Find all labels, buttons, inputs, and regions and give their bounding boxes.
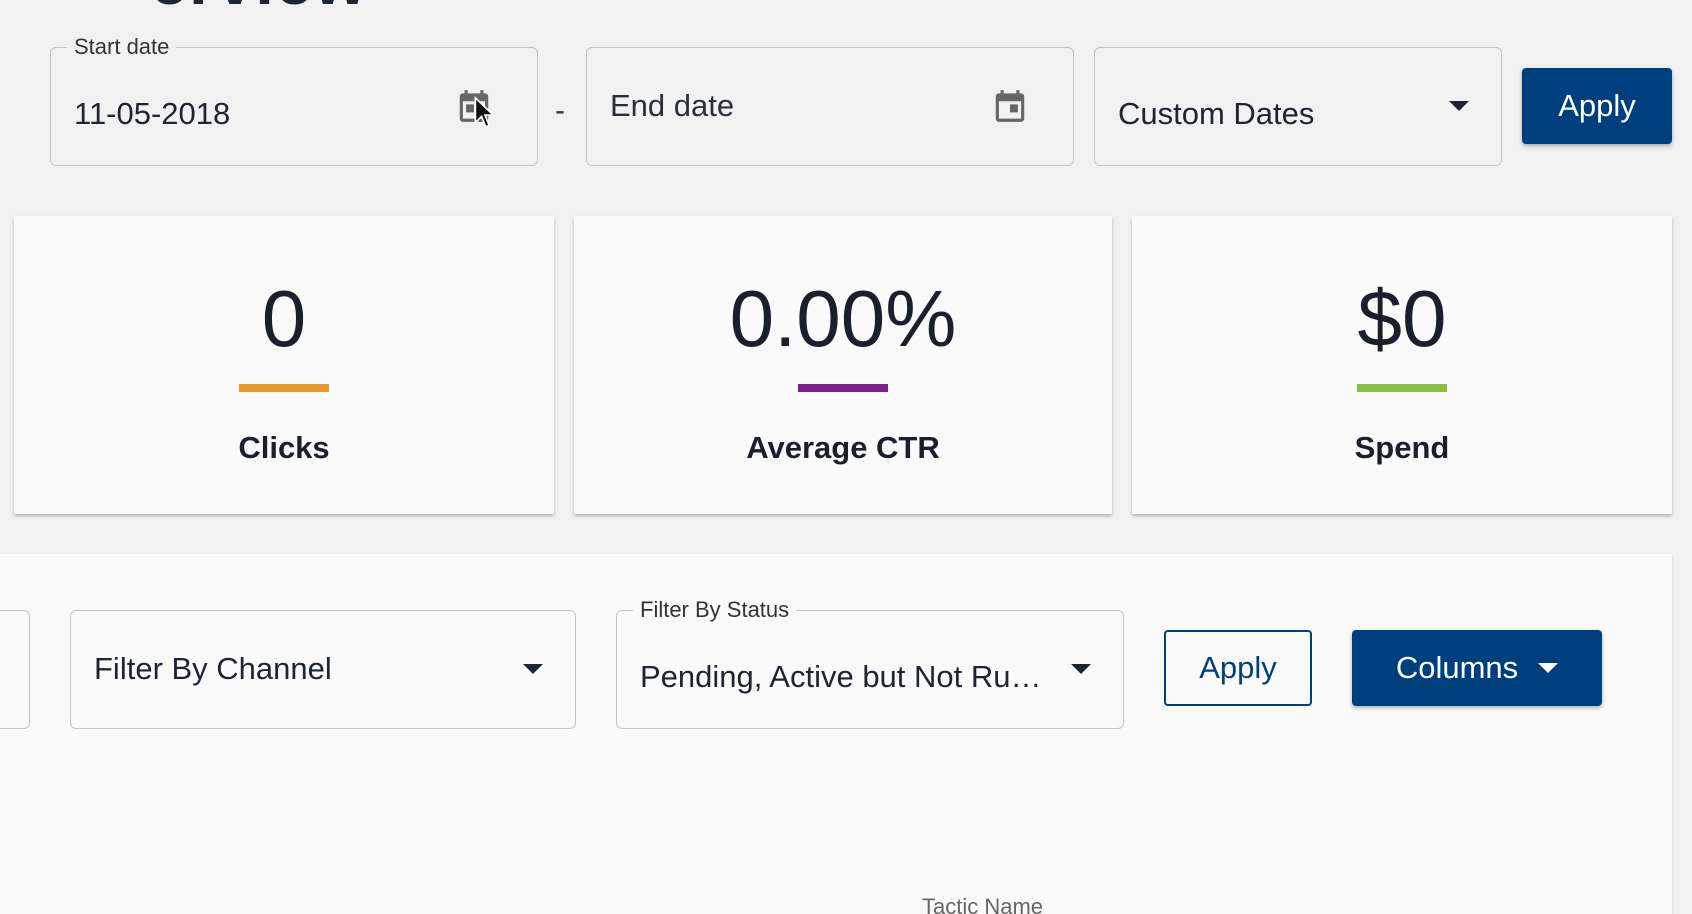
end-date-placeholder: End date — [610, 88, 735, 123]
status-filter-select[interactable]: Filter By Status Pending, Active but Not… — [616, 598, 1124, 729]
column-header-tactic-name[interactable]: Tactic Name — [922, 894, 1043, 914]
page-title: erview — [150, 0, 368, 20]
date-range-value: Custom Dates — [1118, 96, 1315, 131]
caret-down-icon — [1538, 663, 1559, 673]
metric-card-clicks: 0 Clicks — [14, 216, 554, 514]
channel-filter-select[interactable]: Filter By Channel — [70, 610, 576, 729]
mouse-pointer-icon — [474, 96, 496, 128]
metric-label: Clicks — [238, 430, 330, 465]
apply-date-button[interactable]: Apply — [1522, 68, 1672, 144]
caret-down-icon — [1449, 101, 1469, 111]
start-date-label: Start date — [67, 35, 177, 59]
metric-color-bar — [1357, 384, 1447, 392]
metric-value: 0 — [261, 274, 307, 363]
caret-down-icon — [1071, 664, 1091, 674]
metric-card-spend: $0 Spend — [1132, 216, 1672, 514]
metric-label: Average CTR — [746, 430, 940, 465]
columns-button[interactable]: Columns — [1352, 630, 1602, 706]
columns-button-label: Columns — [1395, 650, 1519, 685]
date-range-select[interactable]: Custom Dates — [1094, 47, 1502, 166]
apply-filters-button[interactable]: Apply — [1164, 630, 1312, 706]
metric-label: Spend — [1354, 430, 1450, 465]
campaign-overview-page: erview Start date 11-05-2018 - End date … — [0, 0, 1692, 914]
channel-filter-value: Filter By Channel — [94, 651, 332, 686]
metric-color-bar — [798, 384, 888, 392]
metric-color-bar — [239, 384, 329, 392]
status-filter-label: Filter By Status — [633, 598, 797, 622]
calendar-icon[interactable] — [991, 86, 1029, 126]
tactics-table-panel: Filter By Channel Filter By Status Pendi… — [0, 554, 1672, 914]
filter-field-partial[interactable] — [0, 610, 30, 729]
end-date-field[interactable]: End date — [586, 47, 1074, 166]
metric-value: $0 — [1357, 274, 1447, 363]
metric-value: 0.00% — [729, 274, 957, 363]
status-filter-value: Pending, Active but Not Ru… — [640, 659, 1042, 694]
caret-down-icon — [523, 664, 543, 674]
start-date-value: 11-05-2018 — [74, 96, 231, 131]
start-date-field[interactable]: Start date 11-05-2018 — [50, 35, 538, 166]
date-range-separator: - — [555, 94, 565, 127]
metric-card-average-ctr: 0.00% Average CTR — [574, 216, 1112, 514]
